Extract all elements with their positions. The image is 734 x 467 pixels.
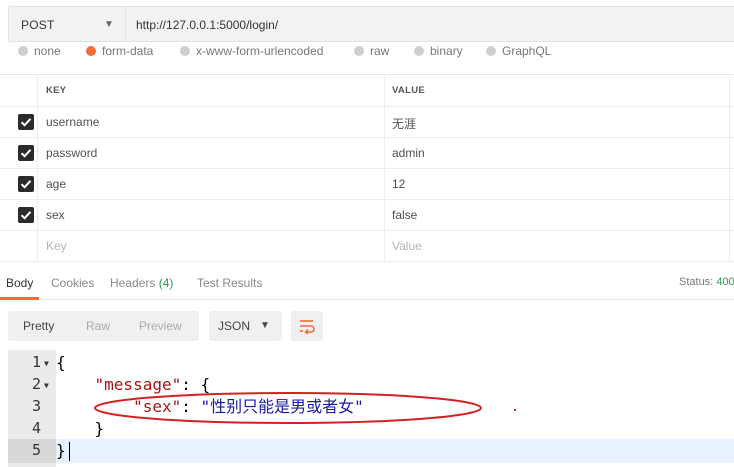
radio-selected-icon (86, 46, 96, 56)
radio-graphql[interactable]: GraphQL (486, 46, 551, 58)
param-value[interactable]: 无涯 (385, 106, 730, 137)
format-select[interactable]: JSON ▼ (209, 311, 282, 341)
radio-icon (414, 46, 424, 56)
table-row: sex false (0, 199, 734, 231)
response-tabs: Body Cookies Headers (4) Test Results St… (0, 264, 734, 300)
wrap-lines-button[interactable] (291, 311, 323, 341)
radio-binary[interactable]: binary (414, 46, 463, 58)
code-token: } (56, 441, 66, 460)
code-token: { (56, 353, 66, 372)
column-header-key: KEY (37, 75, 385, 106)
param-key[interactable]: sex (37, 199, 385, 230)
preview-button[interactable]: Preview (139, 319, 182, 333)
wrap-lines-icon (300, 320, 315, 334)
method-label: POST (21, 18, 55, 32)
param-key[interactable]: age (37, 168, 385, 199)
radio-label: GraphQL (502, 46, 552, 58)
param-key[interactable]: password (37, 137, 385, 168)
checkbox-checked-icon[interactable] (18, 145, 34, 161)
radio-raw[interactable]: raw (354, 46, 389, 58)
raw-button[interactable]: Raw (86, 319, 110, 333)
line-number: 4 (31, 419, 41, 437)
chevron-down-icon: ▼ (260, 320, 270, 331)
table-row: username 无涯 (0, 106, 734, 138)
check-cell (0, 199, 38, 230)
tab-test-results[interactable]: Test Results (197, 276, 262, 290)
radio-icon (486, 46, 496, 56)
form-data-table: KEY VALUE username 无涯 password admin age… (0, 74, 734, 262)
radio-label: binary (430, 46, 463, 58)
param-value[interactable]: false (385, 199, 730, 230)
check-cell (0, 230, 38, 261)
check-cell (0, 137, 38, 168)
annotation-mark (514, 409, 516, 411)
tab-headers-label: Headers (110, 276, 156, 290)
table-header-row: KEY VALUE (0, 75, 734, 107)
header-check-cell (0, 75, 38, 106)
radio-x-www-form-urlencoded[interactable]: x-www-form-urlencoded (180, 46, 323, 58)
radio-icon (18, 46, 28, 56)
body-type-radio-group: none form-data x-www-form-urlencoded raw… (0, 46, 734, 62)
line-number: 3 (31, 397, 41, 415)
status-label: Status: (679, 276, 714, 288)
checkbox-checked-icon[interactable] (18, 114, 34, 130)
method-select[interactable]: POST ▼ (8, 6, 126, 42)
code-line: { (56, 352, 734, 374)
tab-headers[interactable]: Headers (4) (110, 276, 173, 290)
new-key-input[interactable]: Key (37, 230, 385, 261)
radio-icon (180, 46, 190, 56)
pretty-button[interactable]: Pretty (23, 319, 54, 333)
tab-body[interactable]: Body (6, 276, 33, 290)
tab-cookies[interactable]: Cookies (51, 276, 94, 290)
line-number: 2 (31, 375, 41, 393)
new-value-input[interactable]: Value (385, 230, 730, 261)
response-status: Status: 400 (679, 276, 734, 288)
view-mode-group: Pretty Raw Preview (8, 311, 199, 341)
text-cursor (69, 442, 70, 461)
line-number: 5 (31, 441, 41, 459)
table-row: age 12 (0, 168, 734, 200)
annotation-ellipse (94, 392, 482, 424)
check-cell (0, 106, 38, 137)
radio-label: form-data (102, 46, 154, 58)
checkbox-checked-icon[interactable] (18, 176, 34, 192)
table-row-new: Key Value (0, 230, 734, 262)
code-line: } (56, 440, 734, 462)
response-toolbar: Pretty Raw Preview JSON ▼ (0, 300, 734, 350)
checkbox-checked-icon[interactable] (18, 207, 34, 223)
headers-count-badge: (4) (158, 276, 174, 290)
radio-icon (354, 46, 364, 56)
radio-none[interactable]: none (18, 46, 61, 58)
table-row: password admin (0, 137, 734, 169)
fold-caret-icon[interactable]: ▼ (44, 359, 49, 368)
url-input[interactable]: http://127.0.0.1:5000/login/ (125, 6, 734, 42)
param-value[interactable]: 12 (385, 168, 730, 199)
radio-form-data[interactable]: form-data (86, 46, 153, 58)
fold-caret-icon[interactable]: ▼ (44, 381, 49, 390)
radio-label: raw (370, 46, 390, 58)
check-cell (0, 168, 38, 199)
radio-label: none (34, 46, 61, 58)
format-label: JSON (218, 319, 251, 333)
chevron-down-icon: ▼ (104, 19, 114, 30)
radio-label: x-www-form-urlencoded (196, 46, 324, 58)
status-code: 400 (716, 276, 734, 288)
request-url-bar: POST ▼ http://127.0.0.1:5000/login/ (0, 0, 734, 48)
column-header-value: VALUE (385, 75, 730, 106)
param-value[interactable]: admin (385, 137, 730, 168)
param-key[interactable]: username (37, 106, 385, 137)
line-number: 1 (31, 353, 41, 371)
